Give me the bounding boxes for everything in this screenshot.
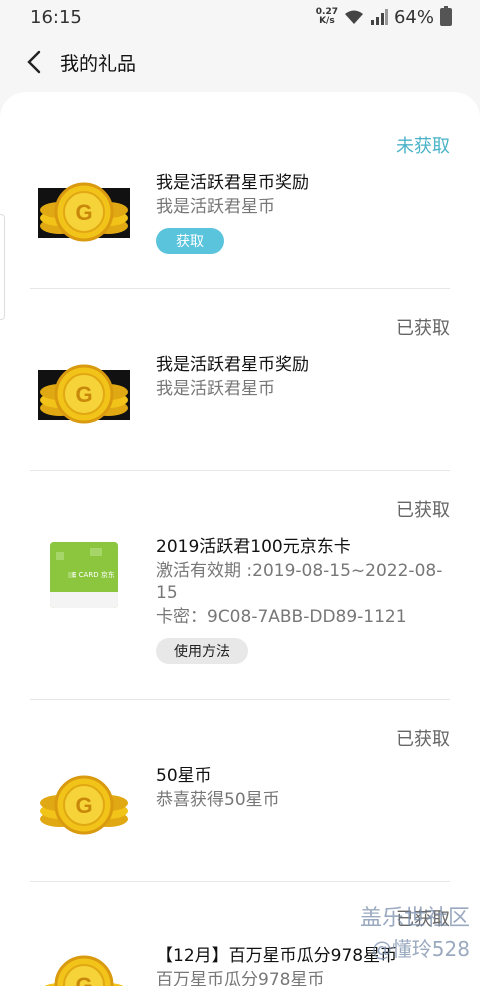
- clock: 16:15: [30, 6, 82, 28]
- gift-item: 已获取 G 我是活跃君星币奖励 我是活跃君星币: [30, 288, 450, 471]
- usage-guide-button[interactable]: 使用方法: [156, 638, 248, 664]
- gift-item: 未获取 G 我是活跃君星币奖励 我是活跃君星币 获取: [30, 110, 450, 289]
- gift-item: 已获取 E CARD 京东 2019活跃君100元京东卡 激活有效期 :2019…: [30, 470, 450, 700]
- gift-status: 已获取: [396, 318, 450, 339]
- gold-coins-icon: G: [40, 775, 128, 835]
- gift-title: 我是活跃君星币奖励: [156, 355, 309, 375]
- svg-text:G: G: [75, 382, 92, 407]
- card-code: 卡密：9C08-7ABB-DD89-1121: [156, 607, 407, 627]
- gift-title: 2019活跃君100元京东卡: [156, 537, 351, 557]
- battery-icon: [440, 6, 452, 26]
- svg-text:G: G: [75, 793, 92, 818]
- page-title: 我的礼品: [60, 52, 137, 75]
- gold-coins-icon: G: [38, 182, 130, 242]
- watermark-user: @懂玲528: [371, 937, 470, 961]
- card-validity: 激活有效期 :2019-08-15~2022-08-15: [156, 561, 443, 603]
- claim-button[interactable]: 获取: [156, 228, 224, 254]
- network-speed: 0.27 K/s: [315, 7, 338, 26]
- gift-title: 我是活跃君星币奖励: [156, 173, 309, 193]
- side-edge-tab[interactable]: [0, 214, 5, 320]
- gift-subtitle: 我是活跃君星币: [156, 379, 275, 399]
- gift-subtitle: 我是活跃君星币: [156, 197, 275, 217]
- svg-text:G: G: [75, 973, 92, 986]
- app-header: 我的礼品: [0, 40, 480, 84]
- community-watermark: 盖乐世社区 @懂玲528: [360, 904, 470, 964]
- battery-percent: 64%: [393, 6, 434, 28]
- gift-status: 未获取: [396, 136, 450, 157]
- status-bar: 16:15 0.27 K/s 64%: [0, 0, 480, 34]
- gift-status: 已获取: [396, 729, 450, 750]
- gold-coins-icon: G: [38, 364, 130, 424]
- signal-icon: [370, 9, 388, 25]
- gold-coins-icon: G: [44, 955, 124, 986]
- gift-item: 已获取 G 50星币 恭喜获得50星币: [30, 699, 450, 882]
- wifi-icon: [344, 10, 363, 24]
- jd-gift-card-icon: E CARD 京东: [50, 542, 118, 608]
- status-icons: 0.27 K/s 64%: [315, 6, 452, 28]
- back-arrow-icon[interactable]: [12, 40, 56, 84]
- card-label: E CARD 京东: [72, 571, 115, 579]
- gift-subtitle: 恭喜获得50星币: [156, 790, 280, 810]
- watermark-site: 盖乐世社区: [359, 906, 470, 931]
- gift-subtitle: 百万星币瓜分978星币: [156, 970, 325, 986]
- gift-status: 已获取: [396, 500, 450, 521]
- svg-text:G: G: [75, 200, 92, 225]
- gift-title: 50星币: [156, 766, 212, 786]
